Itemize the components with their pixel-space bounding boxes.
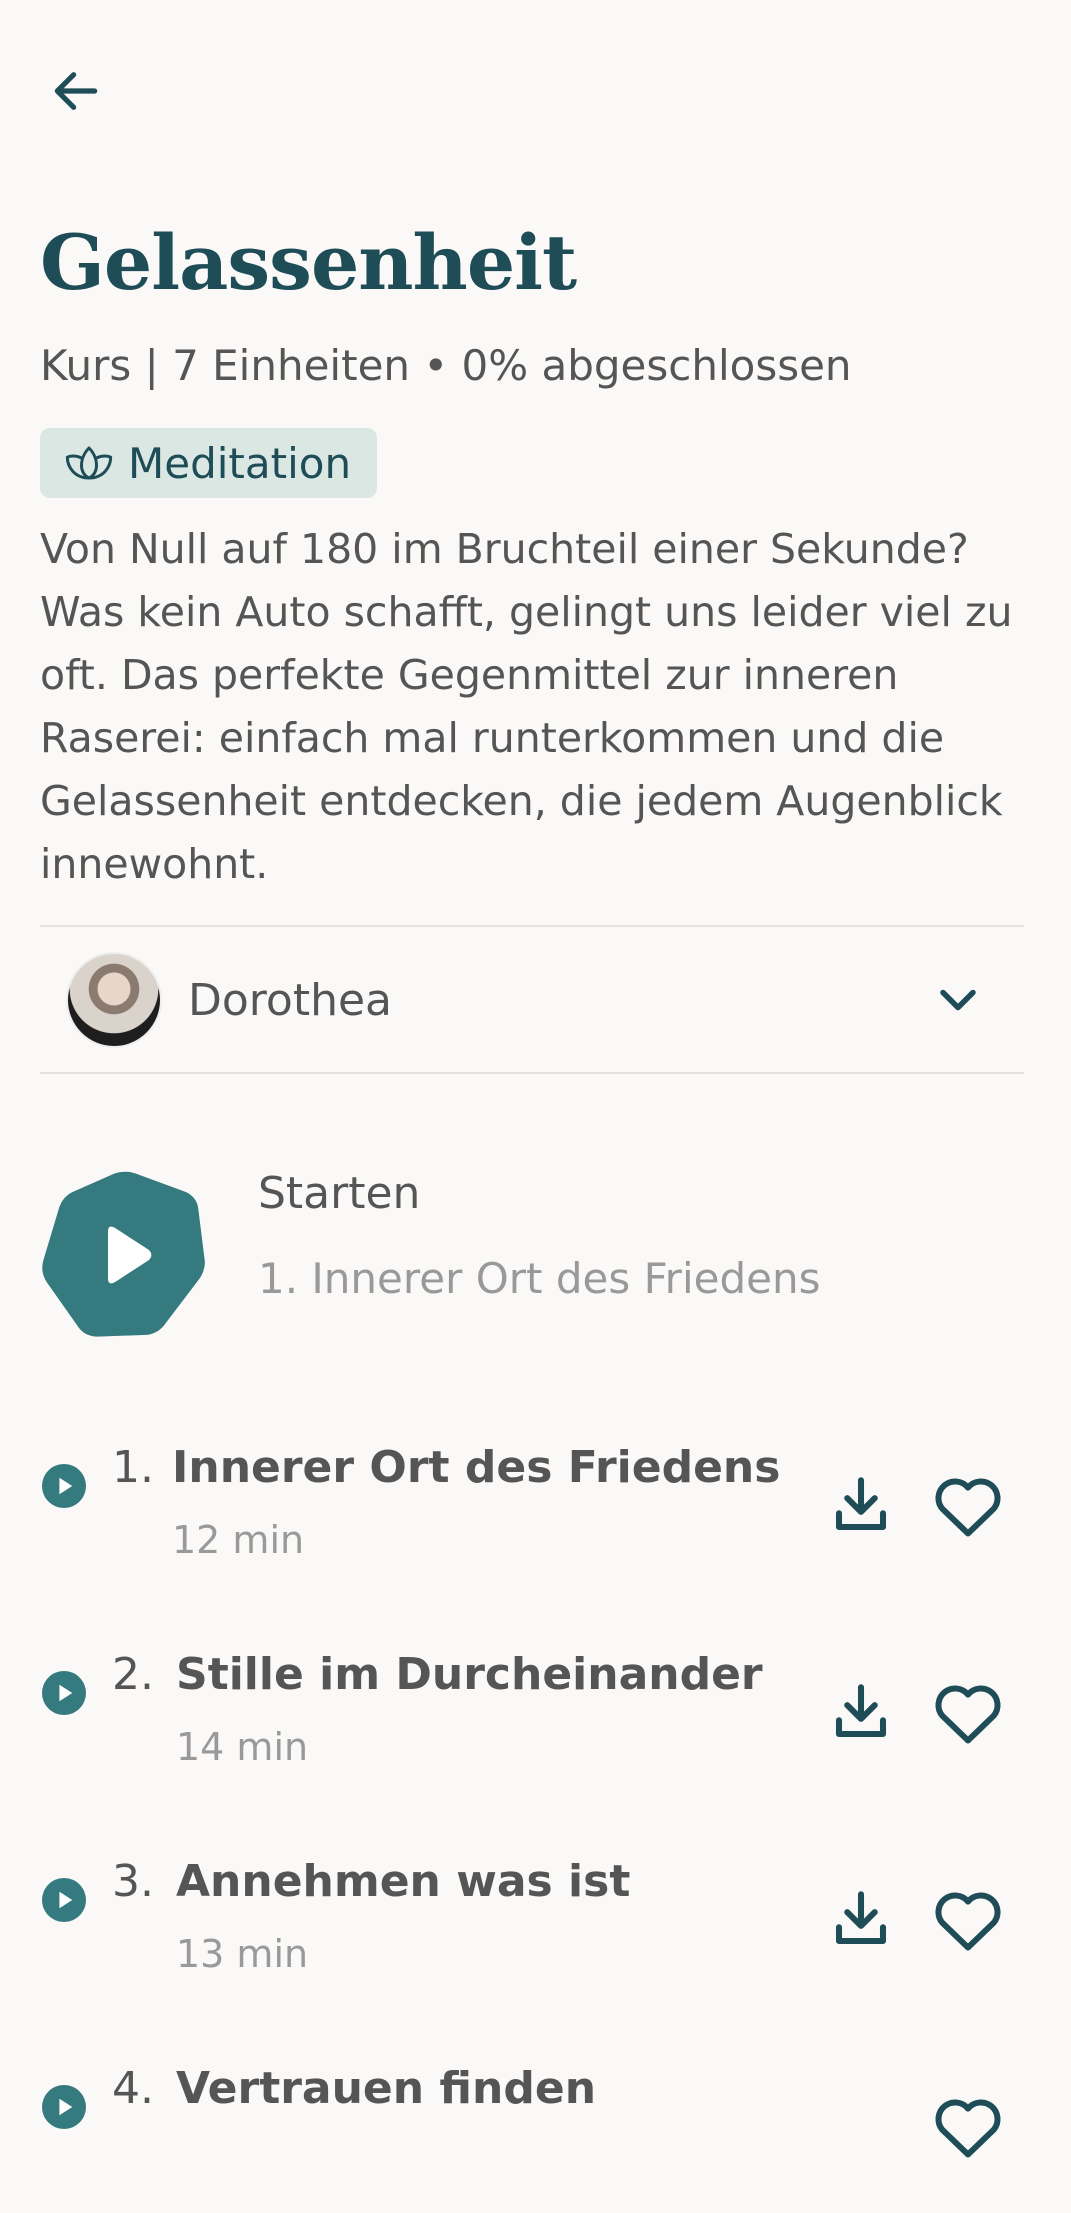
heart-icon[interactable] xyxy=(932,1679,1004,1745)
heart-icon[interactable] xyxy=(932,1472,1004,1538)
track-number: 3. xyxy=(112,1856,154,1907)
download-icon[interactable] xyxy=(828,1886,894,1952)
play-icon[interactable] xyxy=(42,1878,86,1922)
track-duration: 12 min xyxy=(172,1518,305,1562)
arrow-left-icon xyxy=(54,72,98,110)
category-tag: Meditation xyxy=(40,428,378,498)
track-number: 1. xyxy=(112,1442,154,1493)
back-button[interactable] xyxy=(40,55,112,127)
chevron-down-icon xyxy=(940,989,976,1011)
play-icon[interactable] xyxy=(42,2085,86,2129)
teacher-selector[interactable]: Dorothea xyxy=(40,930,1024,1070)
heart-icon[interactable] xyxy=(932,1886,1004,1952)
divider-top xyxy=(40,925,1024,927)
track-item-4[interactable]: 4. Vertrauen finden xyxy=(40,2063,1024,2213)
track-duration: 14 min xyxy=(176,1725,309,1769)
play-icon[interactable] xyxy=(42,1464,86,1508)
track-title: Stille im Durcheinander xyxy=(176,1649,763,1700)
track-number: 2. xyxy=(112,1649,154,1700)
course-title: Gelassenheit xyxy=(40,218,577,307)
track-item-3[interactable]: 3. Annehmen was ist 13 min xyxy=(40,1856,1024,2006)
track-title: Annehmen was ist xyxy=(176,1856,631,1907)
start-label: Starten xyxy=(258,1168,421,1219)
download-icon[interactable] xyxy=(828,1472,894,1538)
heart-icon[interactable] xyxy=(932,2093,1004,2159)
track-item-2[interactable]: 2. Stille im Durcheinander 14 min xyxy=(40,1649,1024,1799)
track-title: Innerer Ort des Friedens xyxy=(172,1442,781,1493)
divider-bottom xyxy=(40,1072,1024,1074)
track-item-1[interactable]: 1. Innerer Ort des Friedens 12 min xyxy=(40,1442,1024,1592)
start-play-button[interactable] xyxy=(40,1170,210,1340)
track-title: Vertrauen finden xyxy=(176,2063,597,2114)
course-description: Von Null auf 180 im Bruchteil einer Seku… xyxy=(40,525,1013,888)
start-next-session: 1. Innerer Ort des Friedens xyxy=(258,1254,821,1303)
avatar xyxy=(66,952,162,1048)
teacher-name: Dorothea xyxy=(188,974,393,1026)
track-number: 4. xyxy=(112,2063,154,2114)
lotus-icon xyxy=(65,446,113,480)
track-duration: 13 min xyxy=(176,1932,309,1976)
course-meta: Kurs | 7 Einheiten • 0% abgeschlossen xyxy=(40,341,852,390)
download-icon[interactable] xyxy=(828,1679,894,1745)
category-tag-label: Meditation xyxy=(128,438,352,488)
play-icon[interactable] xyxy=(42,1671,86,1715)
